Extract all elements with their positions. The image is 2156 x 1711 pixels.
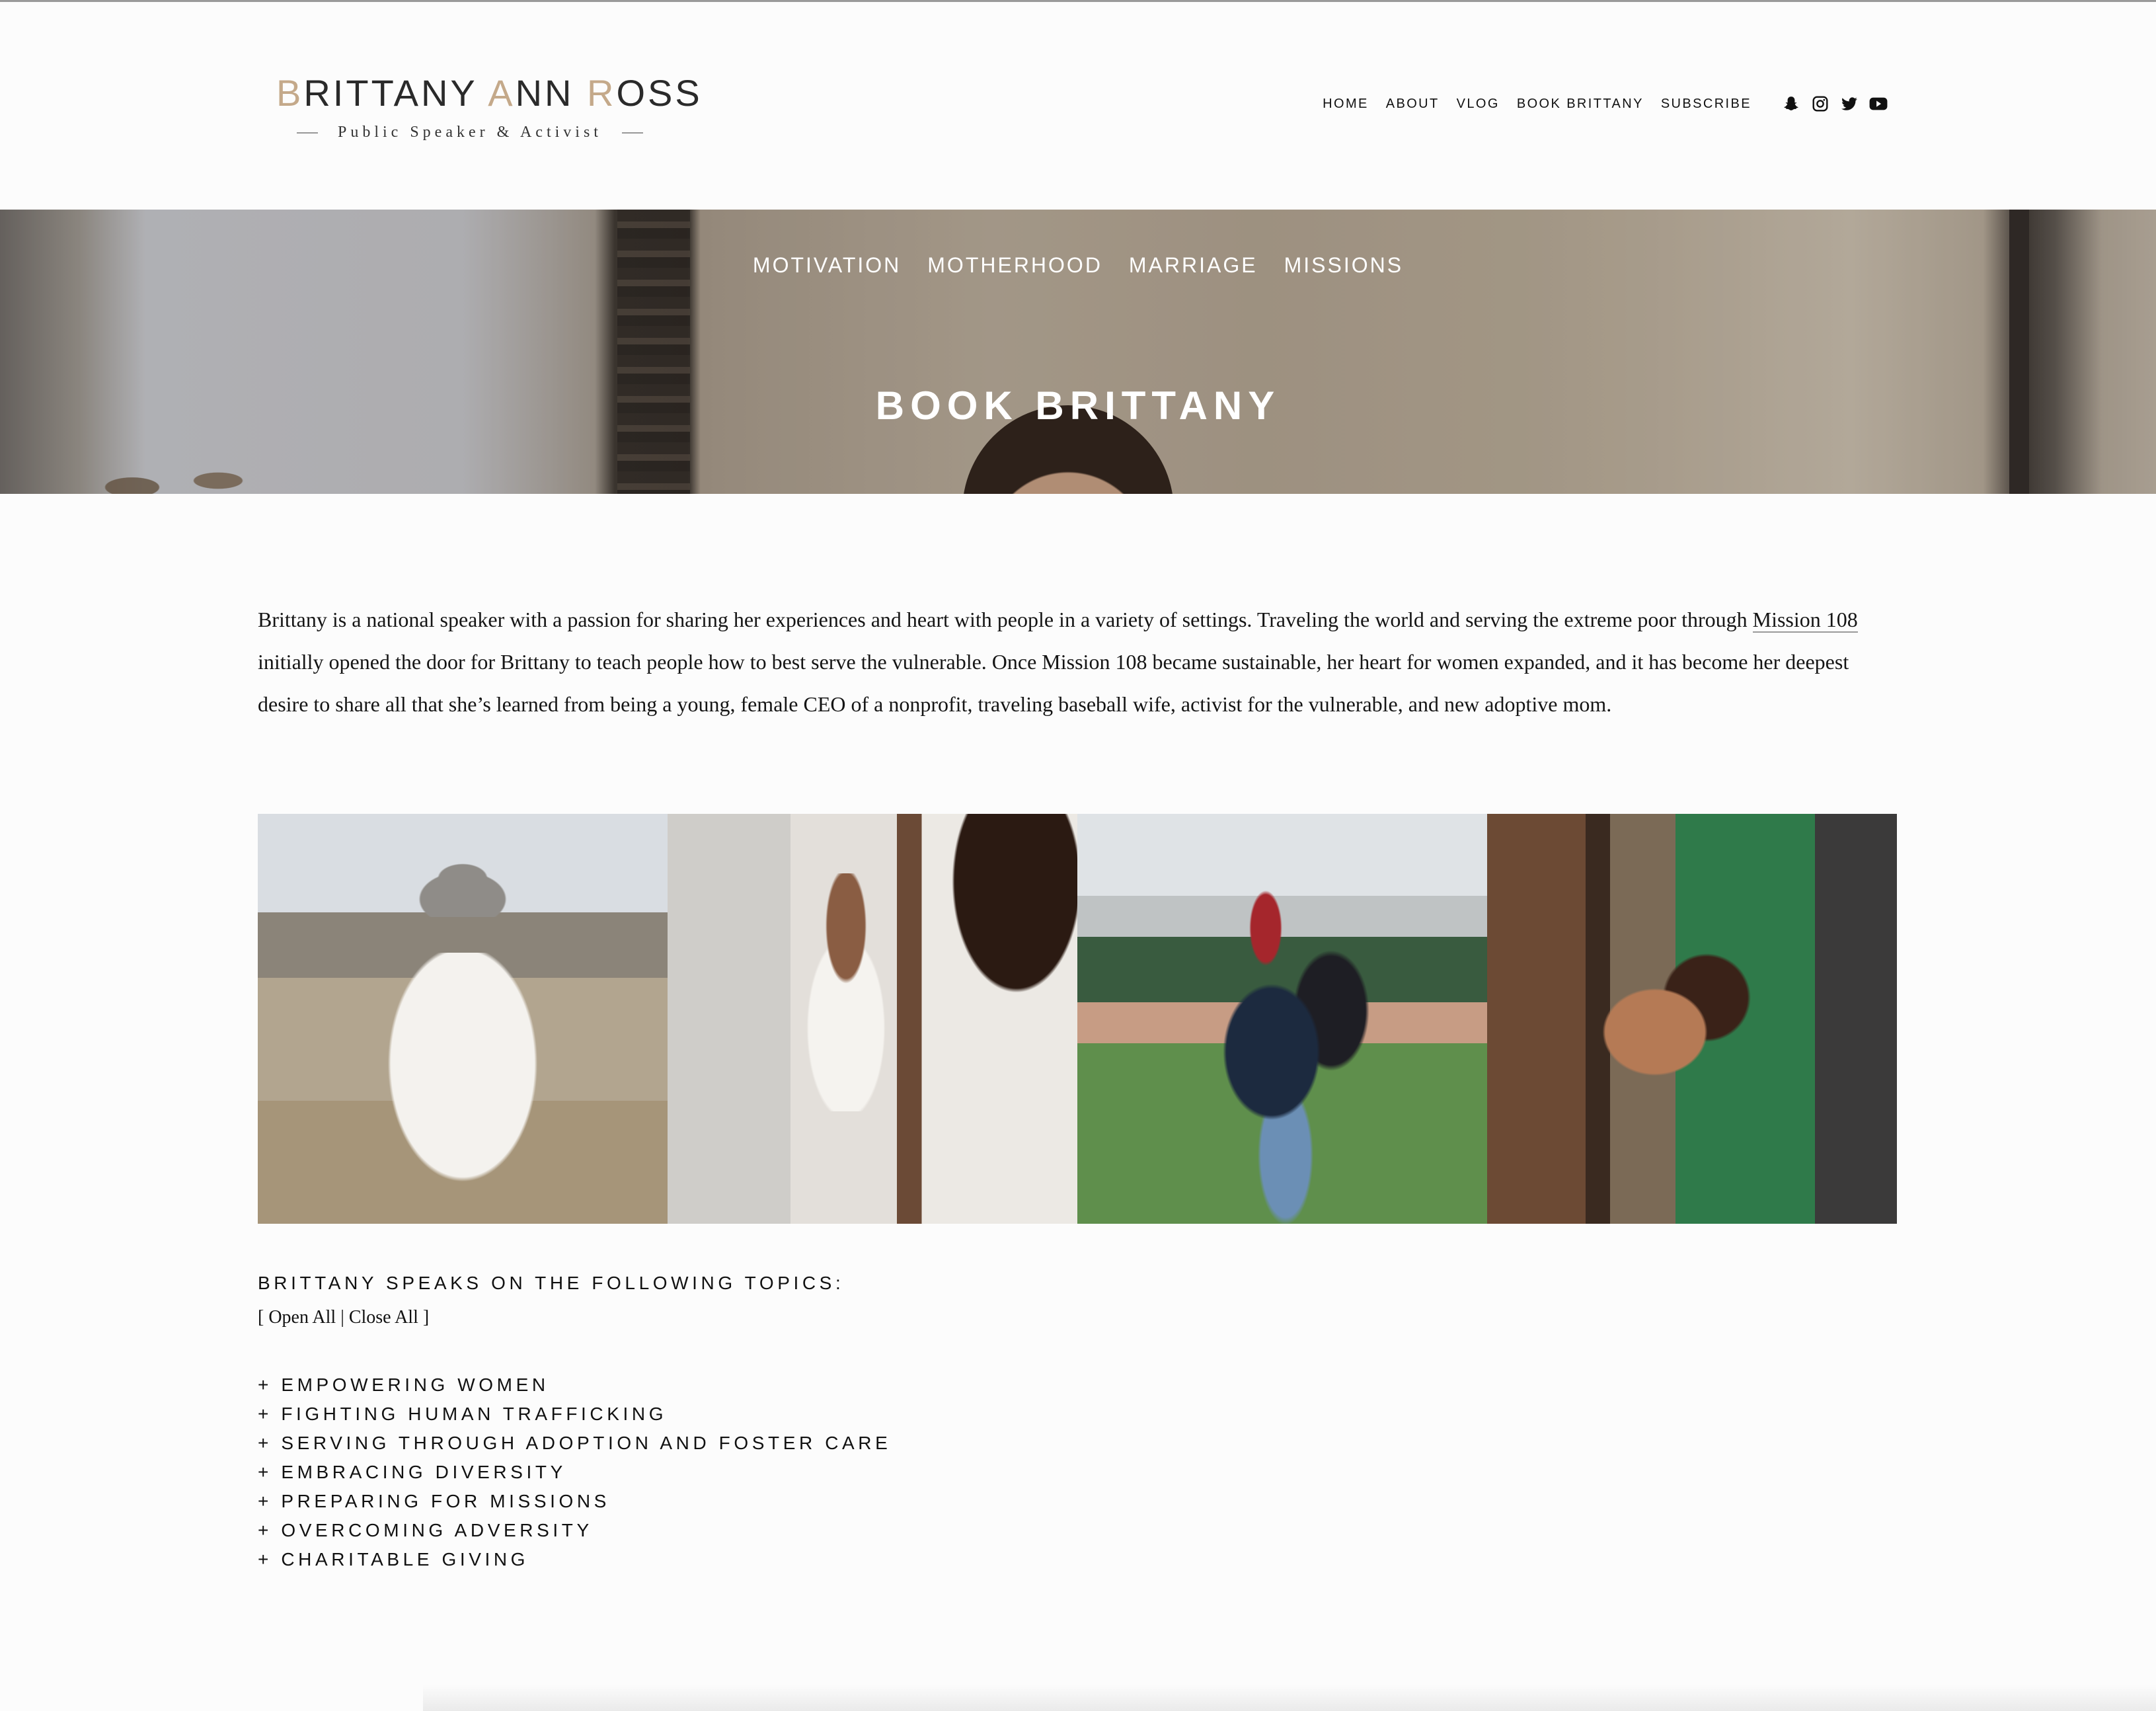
bracket-open: [	[258, 1307, 269, 1328]
logo-text: RITTANY	[303, 72, 488, 114]
tagline-dash-left	[297, 132, 318, 134]
intro-text: initially opened the door for Brittany t…	[258, 650, 1849, 716]
mission-108-link[interactable]: Mission 108	[1752, 608, 1858, 633]
main-content: Brittany is a national speaker with a pa…	[258, 494, 1897, 1570]
nav-about[interactable]: ABOUT	[1386, 97, 1440, 112]
bracket-close: ]	[418, 1307, 430, 1328]
nav-vlog[interactable]: VLOG	[1457, 97, 1500, 112]
tagline-text: Public Speaker & Activist	[338, 124, 602, 141]
topic-item-empowering-women[interactable]: + EMPOWERING WOMEN	[258, 1371, 1315, 1400]
tagline-dash-right	[621, 132, 643, 134]
open-all-link[interactable]: Open All	[268, 1307, 336, 1328]
banner-overlay	[0, 210, 2156, 494]
topic-nav-motivation[interactable]: MOTIVATION	[753, 253, 901, 278]
logo-name: BRITTANY ANN ROSS	[276, 72, 700, 114]
speaking-topics: BRITTANY SPEAKS ON THE FOLLOWING TOPICS:…	[258, 1270, 1315, 1574]
social-links	[1771, 95, 1888, 113]
main-nav: HOME ABOUT VLOG BOOK BRITTANY SUBSCRIBE	[1305, 95, 1888, 113]
bottom-shadow	[423, 1685, 2156, 1711]
page-title: BOOK BRITTANY	[875, 383, 1281, 428]
photo-detail	[780, 873, 912, 1111]
topic-nav-marriage[interactable]: MARRIAGE	[1129, 253, 1258, 278]
intro-paragraph: Brittany is a national speaker with a pa…	[258, 494, 1897, 725]
topic-item-embracing-diversity[interactable]: + EMBRACING DIVERSITY	[258, 1458, 1315, 1487]
topic-item-charitable-giving[interactable]: + CHARITABLE GIVING	[258, 1545, 1315, 1574]
twitter-icon[interactable]	[1840, 95, 1859, 113]
photo-detail	[357, 953, 568, 1224]
photo-detail	[397, 857, 529, 917]
page-banner: MOTIVATION MOTHERHOOD MARRIAGE MISSIONS …	[0, 210, 2156, 494]
site-header: BRITTANY ANN ROSS Public Speaker & Activ…	[0, 2, 2156, 210]
gallery-photo-woman-in-field	[258, 814, 668, 1224]
logo-letter-a: A	[488, 72, 516, 114]
photo-detail	[1196, 880, 1395, 1224]
gallery-photo-family-with-baby	[668, 814, 1077, 1224]
toggle-links: [ Open All | Close All ]	[258, 1304, 1315, 1331]
intro-text: Brittany is a national speaker with a pa…	[258, 608, 1753, 631]
topic-nav-missions[interactable]: MISSIONS	[1284, 253, 1403, 278]
toggle-separator: |	[336, 1307, 349, 1328]
youtube-icon[interactable]	[1869, 95, 1888, 113]
topic-nav-motherhood[interactable]: MOTHERHOOD	[927, 253, 1102, 278]
page: BRITTANY ANN ROSS Public Speaker & Activ…	[0, 0, 2156, 1711]
logo-text: OSS	[616, 72, 703, 114]
topic-item-adoption-foster-care[interactable]: + SERVING THROUGH ADOPTION AND FOSTER CA…	[258, 1429, 1315, 1458]
topic-accordion: + EMPOWERING WOMEN + FIGHTING HUMAN TRAF…	[258, 1371, 1315, 1574]
instagram-icon[interactable]	[1811, 95, 1829, 113]
photo-gallery	[258, 814, 1897, 1224]
nav-book-brittany[interactable]: BOOK BRITTANY	[1517, 97, 1644, 112]
gallery-photo-holding-hands	[1487, 814, 1897, 1224]
topic-nav: MOTIVATION MOTHERHOOD MARRIAGE MISSIONS	[0, 253, 2156, 278]
logo-tagline: Public Speaker & Activist	[276, 124, 664, 141]
site-logo[interactable]: BRITTANY ANN ROSS Public Speaker & Activ…	[276, 72, 700, 141]
topic-item-fighting-human-trafficking[interactable]: + FIGHTING HUMAN TRAFFICKING	[258, 1400, 1315, 1429]
nav-subscribe[interactable]: SUBSCRIBE	[1661, 97, 1752, 112]
snapchat-icon[interactable]	[1782, 95, 1800, 113]
photo-detail	[1586, 946, 1758, 1118]
topics-heading: BRITTANY SPEAKS ON THE FOLLOWING TOPICS:	[258, 1273, 845, 1293]
photo-detail	[925, 814, 1077, 1039]
gallery-photo-couple-at-ballpark	[1077, 814, 1487, 1224]
topic-item-overcoming-adversity[interactable]: + OVERCOMING ADVERSITY	[258, 1516, 1315, 1545]
topic-item-preparing-for-missions[interactable]: + PREPARING FOR MISSIONS	[258, 1487, 1315, 1516]
logo-letter-r: R	[587, 72, 617, 114]
logo-text: NN	[515, 72, 588, 114]
nav-home[interactable]: HOME	[1323, 97, 1369, 112]
close-all-link[interactable]: Close All	[349, 1307, 418, 1328]
logo-letter-b: B	[276, 72, 304, 114]
